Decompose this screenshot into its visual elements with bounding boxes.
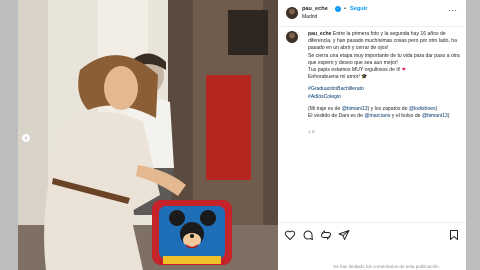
post-details-panel: pau_eche ✓ • Seguir Madrid ··· pau_eche … [278,0,466,270]
graduation-emoji: 🎓 [361,74,368,81]
caption-avatar[interactable] [286,31,298,43]
comments-limited-notice: Se han limitado los comentarios de esta … [333,264,440,269]
heart-emoji: ❤ [401,67,406,74]
verified-icon: ✓ [335,6,341,12]
location-link[interactable]: Madrid [302,14,317,20]
caption-username[interactable]: pau_eche [308,31,332,37]
mention-marciano[interactable]: @marciano [364,113,390,119]
post-time: 1 d [308,129,315,134]
credits-line-2-a: El vestido de Dani es de [308,113,365,120]
caption-paragraph-3: Tus papis estamos MUY orgullosos de ti! [308,67,401,74]
send-icon[interactable] [338,229,350,241]
photo-image [18,0,278,270]
avatar[interactable] [286,7,298,19]
hashtag-adios-colegio[interactable]: #AdiósColegio [308,94,460,101]
username-link[interactable]: pau_eche [302,6,328,12]
post-modal: ‹ › pau_eche ✓ • Seguir Madrid ··· pau_e… [18,0,466,270]
credits-line-2-c: ) [447,113,450,120]
post-header: pau_eche ✓ • Seguir Madrid ··· [278,0,466,27]
follow-button[interactable]: Seguir [350,6,367,12]
mention-lodishoes[interactable]: @lodishoes [409,106,436,112]
credits-line-1-b: ) y los zapatos de [367,105,409,112]
caption-paragraph-4: Enhorabuena mi amor! [308,74,360,81]
credits-line-2-b: y el bolso de [390,113,422,120]
hashtag-graduacion[interactable]: #GraduaciónBachillerato [308,86,460,93]
credits-line-1-a: (Mi traje es de [308,105,342,112]
comment-icon[interactable] [302,229,314,241]
action-bar [278,222,466,249]
chevron-left-icon[interactable]: ‹ [21,133,31,143]
mention-bimani13-2[interactable]: @bimani13 [422,113,448,119]
caption-paragraph-2: Se cierra una etapa muy importante de tu… [308,52,460,66]
heart-icon[interactable] [284,229,296,241]
separator-dot: • [344,6,346,12]
post-photo[interactable]: ‹ [18,0,278,270]
credits-line-1-c: ) [435,105,438,112]
more-options-icon[interactable]: ··· [448,6,458,15]
caption-text: pau_eche Entre la primera foto y la segu… [308,31,460,120]
mention-bimani13[interactable]: @bimani13 [342,106,368,112]
bookmark-icon[interactable] [448,229,460,241]
share-icon[interactable] [320,229,332,241]
